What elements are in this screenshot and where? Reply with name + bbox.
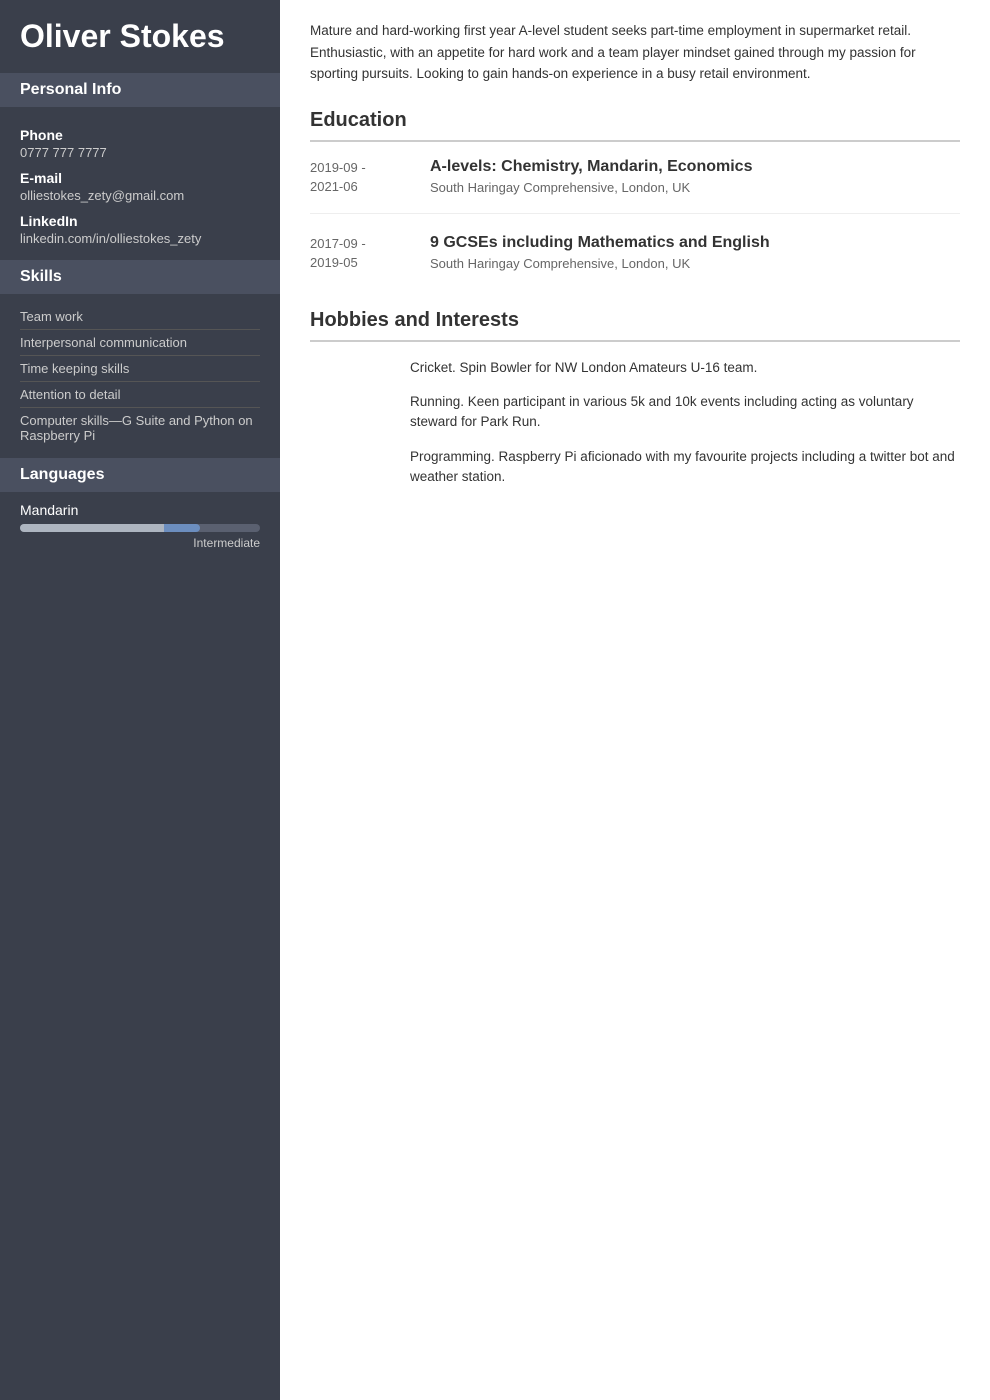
- email-label: E-mail: [20, 170, 260, 186]
- hobbies-list: Cricket. Spin Bowler for NW London Amate…: [310, 358, 960, 487]
- summary-text: Mature and hard-working first year A-lev…: [310, 20, 960, 85]
- candidate-name: Oliver Stokes: [0, 0, 280, 73]
- edu-details: 9 GCSEs including Mathematics and Englis…: [430, 234, 960, 273]
- language-bar: [20, 524, 260, 532]
- hobby-text: Programming. Raspberry Pi aficionado wit…: [410, 447, 960, 488]
- edu-school: South Haringay Comprehensive, London, UK: [430, 180, 960, 195]
- hobby-icon-area: [310, 358, 410, 378]
- personal-info-header: Personal Info: [0, 73, 280, 107]
- skill-item: Team work: [20, 304, 260, 330]
- education-list: 2019-09 -2021-06A-levels: Chemistry, Man…: [310, 158, 960, 289]
- hobby-entry: Programming. Raspberry Pi aficionado wit…: [310, 447, 960, 488]
- skills-header: Skills: [0, 260, 280, 294]
- hobby-text: Cricket. Spin Bowler for NW London Amate…: [410, 358, 960, 378]
- linkedin-label: LinkedIn: [20, 213, 260, 229]
- main-content: Mature and hard-working first year A-lev…: [280, 0, 990, 1400]
- hobby-icon-area: [310, 447, 410, 488]
- edu-dates: 2019-09 -2021-06: [310, 158, 430, 197]
- language-name: Mandarin: [20, 502, 260, 518]
- phone-value: 0777 777 7777: [20, 145, 260, 160]
- edu-degree: 9 GCSEs including Mathematics and Englis…: [430, 234, 960, 252]
- hobby-icon-area: [310, 392, 410, 433]
- hobbies-header: Hobbies and Interests: [310, 309, 960, 342]
- language-level: Intermediate: [20, 536, 260, 550]
- skill-item: Interpersonal communication: [20, 330, 260, 356]
- edu-details: A-levels: Chemistry, Mandarin, Economics…: [430, 158, 960, 197]
- skill-item: Time keeping skills: [20, 356, 260, 382]
- education-header: Education: [310, 109, 960, 142]
- skill-item: Computer skills—G Suite and Python on Ra…: [20, 408, 260, 448]
- edu-dates: 2017-09 -2019-05: [310, 234, 430, 273]
- email-value: olliestokes_zety@gmail.com: [20, 188, 260, 203]
- hobby-entry: Cricket. Spin Bowler for NW London Amate…: [310, 358, 960, 378]
- edu-school: South Haringay Comprehensive, London, UK: [430, 256, 960, 271]
- sidebar: Oliver Stokes Personal Info Phone 0777 7…: [0, 0, 280, 1400]
- edu-degree: A-levels: Chemistry, Mandarin, Economics: [430, 158, 960, 176]
- skills-list: Team workInterpersonal communicationTime…: [20, 304, 260, 448]
- hobby-text: Running. Keen participant in various 5k …: [410, 392, 960, 433]
- hobbies-section: Hobbies and Interests Cricket. Spin Bowl…: [310, 309, 960, 487]
- personal-info-content: Phone 0777 777 7777 E-mail olliestokes_z…: [0, 107, 280, 260]
- linkedin-value: linkedin.com/in/olliestokes_zety: [20, 231, 260, 246]
- languages-header: Languages: [0, 458, 280, 492]
- languages-content: Mandarin Intermediate: [0, 492, 280, 560]
- education-entry: 2017-09 -2019-059 GCSEs including Mathem…: [310, 234, 960, 289]
- education-entry: 2019-09 -2021-06A-levels: Chemistry, Man…: [310, 158, 960, 214]
- phone-label: Phone: [20, 127, 260, 143]
- skills-content: Team workInterpersonal communicationTime…: [0, 294, 280, 458]
- skill-item: Attention to detail: [20, 382, 260, 408]
- hobby-entry: Running. Keen participant in various 5k …: [310, 392, 960, 433]
